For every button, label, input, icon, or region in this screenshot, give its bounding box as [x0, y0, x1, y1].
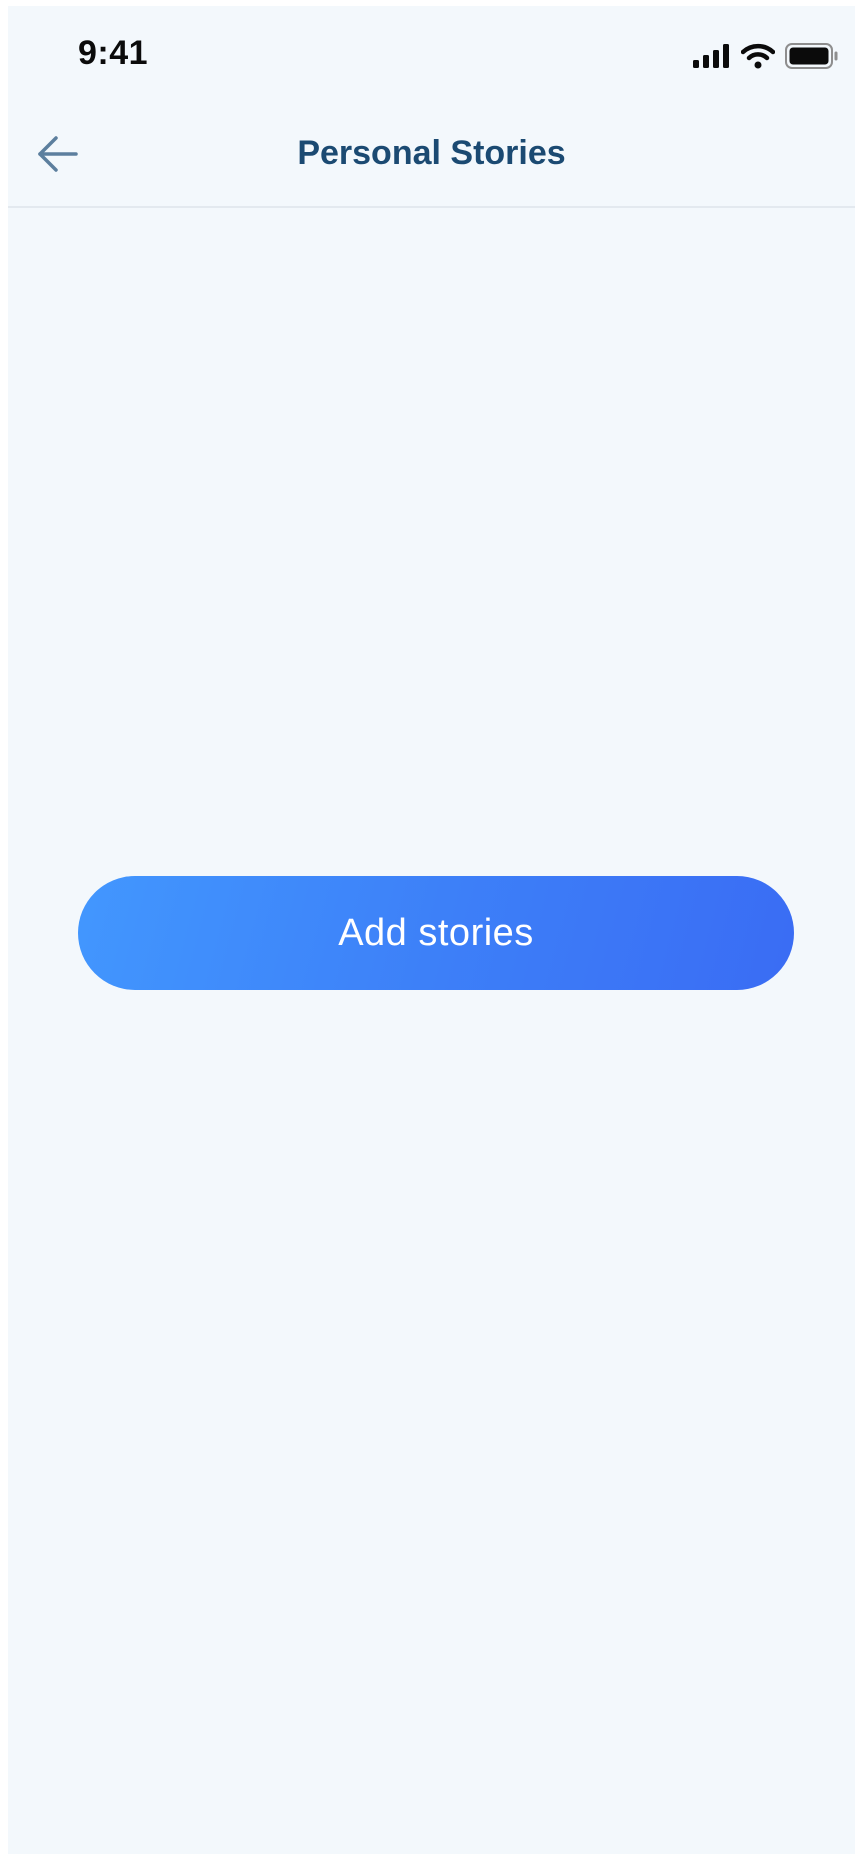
wifi-icon	[741, 43, 775, 69]
add-stories-button[interactable]: Add stories	[78, 876, 794, 990]
navigation-bar: Personal Stories	[8, 96, 855, 208]
status-time: 9:41	[78, 34, 149, 72]
cellular-signal-icon	[693, 44, 731, 68]
battery-icon	[785, 43, 839, 69]
app-screen: 9:41 Personal Stories Add stories	[8, 6, 855, 1854]
page-title: Personal Stories	[297, 134, 566, 172]
status-bar: 9:41	[8, 6, 855, 96]
status-icons	[693, 40, 839, 72]
